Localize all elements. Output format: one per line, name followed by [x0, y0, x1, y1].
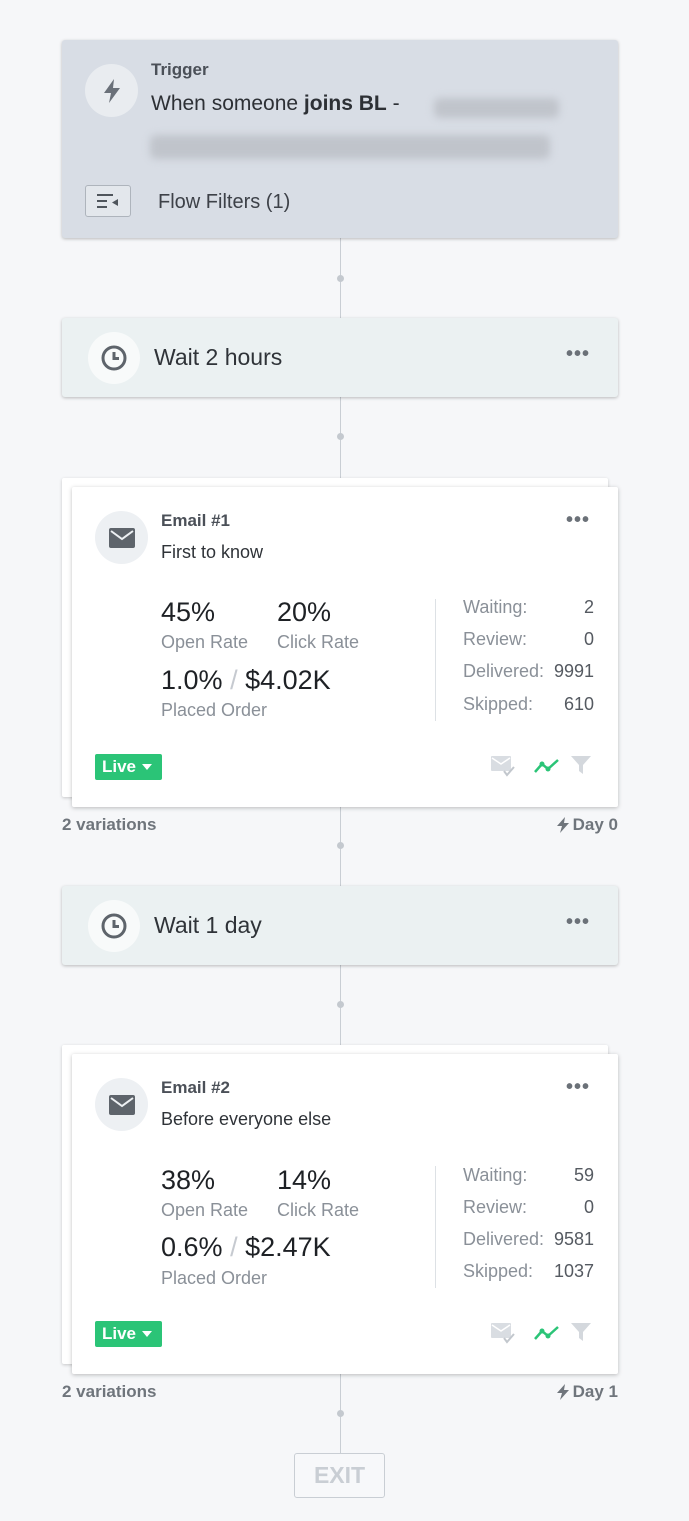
stat-waiting-value: 59 [573, 1165, 594, 1185]
stat-skipped-value: 610 [563, 694, 594, 714]
stat-review-value: 0 [583, 629, 594, 649]
stat-delivered-value: 9581 [553, 1229, 594, 1249]
trigger-description: When someone joins BL - [151, 92, 400, 115]
open-rate-value: 45% [161, 597, 216, 627]
placed-order-value: 1.0% / $4.02K [161, 665, 331, 695]
stat-review-label: Review: [463, 1197, 528, 1217]
stat-review-label: Review: [463, 629, 528, 649]
connector-dot [337, 1001, 344, 1008]
redacted-text [434, 98, 559, 118]
click-rate-value: 14% [277, 1165, 332, 1195]
stat-waiting-value: 2 [583, 597, 594, 617]
stat-delivered-value: 9991 [553, 661, 594, 681]
status-dropdown[interactable]: Live [95, 754, 162, 780]
email-card[interactable]: Email #2 Before everyone else ••• 38% Op… [72, 1054, 618, 1374]
flow-filters-link[interactable]: Flow Filters (1) [158, 191, 290, 214]
lightning-icon [556, 1384, 569, 1400]
variations-label: 2 variations [62, 1382, 157, 1401]
stat-skipped-label: Skipped: [463, 1261, 534, 1281]
day-label: Day 0 [556, 815, 618, 835]
status-dropdown[interactable]: Live [95, 1321, 162, 1347]
envelope-icon [95, 1078, 148, 1131]
email-subject: First to know [161, 542, 264, 562]
stat-waiting-label: Waiting: [463, 1165, 528, 1185]
stat-waiting-label: Waiting: [463, 597, 528, 617]
wait-step-card[interactable]: Wait 2 hours ••• [62, 318, 618, 397]
smart-sending-icon[interactable] [489, 1320, 517, 1346]
filter-icon[interactable] [569, 1320, 593, 1344]
stats-divider [435, 599, 436, 721]
connector-dot [337, 275, 344, 282]
analytics-icon[interactable] [533, 754, 561, 778]
lightning-icon [556, 817, 569, 833]
more-options-icon[interactable]: ••• [566, 509, 590, 532]
connector-dot [337, 842, 344, 849]
lightning-icon [85, 64, 138, 117]
placed-order-label: Placed Order [161, 1268, 268, 1288]
placed-order-label: Placed Order [161, 700, 268, 720]
exit-node[interactable]: EXIT [294, 1453, 385, 1498]
email-title: Email #1 [161, 511, 230, 530]
open-rate-label: Open Rate [161, 632, 249, 652]
envelope-icon [95, 511, 148, 564]
click-rate-label: Click Rate [277, 632, 360, 652]
filter-icon[interactable] [569, 753, 593, 777]
stat-review-value: 0 [583, 1197, 594, 1217]
analytics-icon[interactable] [533, 1321, 561, 1345]
stat-skipped-value: 1037 [553, 1261, 594, 1281]
stat-delivered-label: Delivered: [463, 661, 545, 681]
day-label: Day 1 [556, 1382, 618, 1402]
variations-label: 2 variations [62, 815, 157, 834]
placed-order-value: 0.6% / $2.47K [161, 1232, 331, 1262]
connector-dot [337, 433, 344, 440]
more-options-icon[interactable]: ••• [566, 911, 590, 934]
smart-sending-icon[interactable] [489, 753, 517, 779]
stats-divider [435, 1166, 436, 1288]
stat-skipped-label: Skipped: [463, 694, 534, 714]
wait-label: Wait 1 day [154, 912, 262, 938]
wait-step-card[interactable]: Wait 1 day ••• [62, 886, 618, 965]
flow-filters-icon[interactable] [85, 185, 131, 217]
clock-icon [88, 332, 140, 384]
trigger-card[interactable]: Trigger When someone joins BL - Flow Fil… [62, 40, 618, 238]
email-subject: Before everyone else [161, 1109, 332, 1129]
connector-dot [337, 1410, 344, 1417]
redacted-text [150, 135, 550, 159]
caret-down-icon [142, 764, 153, 770]
email-card[interactable]: Email #1 First to know ••• 45% Open Rate… [72, 487, 618, 807]
clock-icon [88, 900, 140, 952]
email-title: Email #2 [161, 1078, 230, 1097]
open-rate-label: Open Rate [161, 1200, 249, 1220]
trigger-label: Trigger [151, 60, 209, 79]
wait-label: Wait 2 hours [154, 344, 283, 370]
more-options-icon[interactable]: ••• [566, 1076, 590, 1099]
click-rate-value: 20% [277, 597, 332, 627]
caret-down-icon [142, 1331, 153, 1337]
open-rate-value: 38% [161, 1165, 216, 1195]
stat-delivered-label: Delivered: [463, 1229, 545, 1249]
click-rate-label: Click Rate [277, 1200, 360, 1220]
more-options-icon[interactable]: ••• [566, 343, 590, 366]
